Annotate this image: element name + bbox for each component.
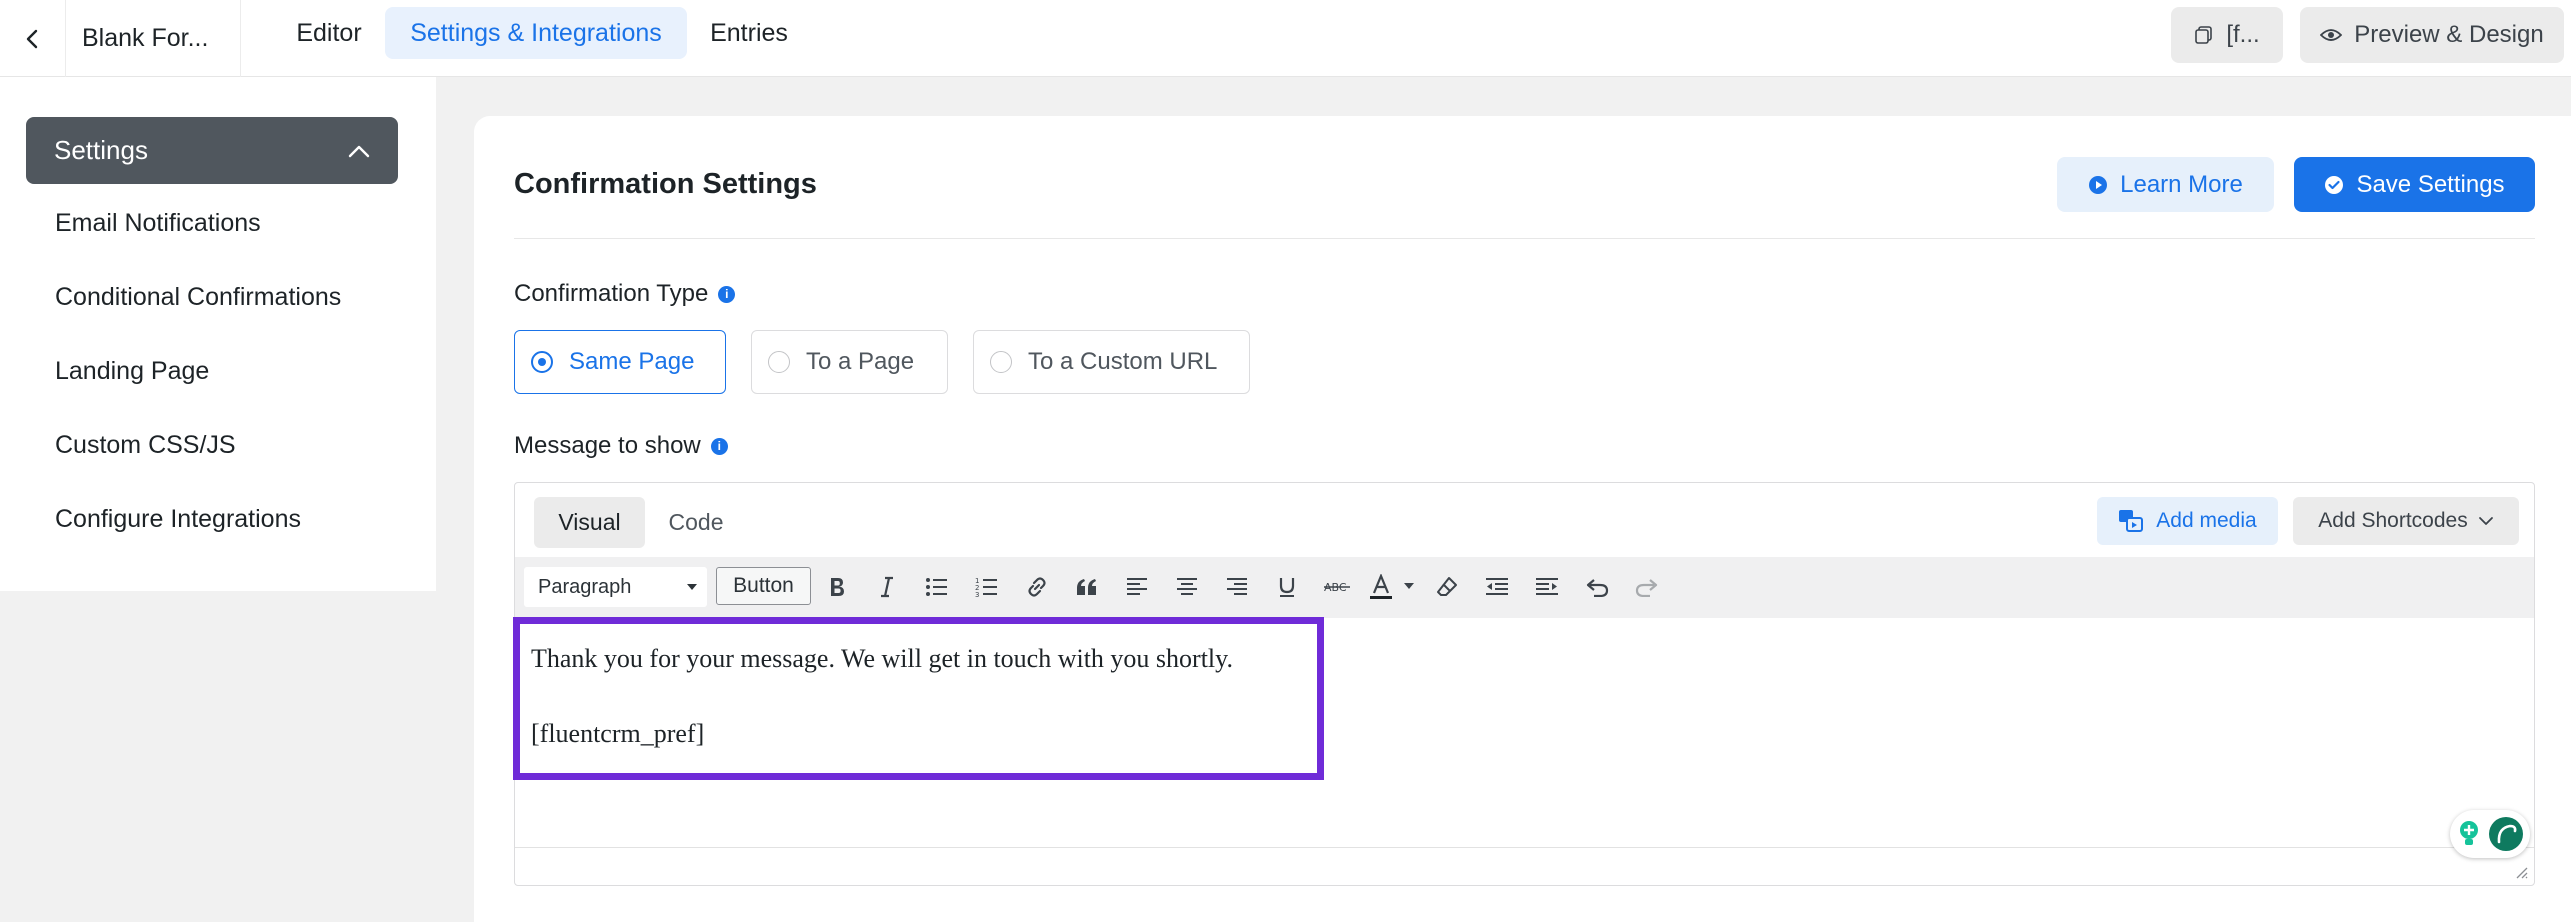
radio-selected-icon (531, 351, 553, 373)
align-right-icon[interactable] (1219, 569, 1255, 605)
info-icon[interactable]: i (718, 285, 736, 303)
save-settings-button[interactable]: Save Settings (2294, 157, 2535, 212)
align-center-icon[interactable] (1169, 569, 1205, 605)
sidebar-section-label: Settings (54, 135, 148, 165)
text-color-icon[interactable] (1369, 569, 1417, 605)
chevron-left-icon (26, 29, 37, 48)
insert-button-button[interactable]: Button (716, 567, 811, 605)
radio-same-page[interactable]: Same Page (514, 330, 726, 394)
radio-custom-url[interactable]: To a Custom URL (973, 330, 1250, 394)
shortcode-copy-button[interactable]: [f... (2171, 7, 2283, 63)
tab-entries[interactable]: Entries (694, 7, 804, 59)
form-title[interactable]: Blank For... (66, 0, 241, 77)
add-media-label: Add media (2156, 509, 2257, 532)
sidebar-item-conditional-confirmations[interactable]: Conditional Confirmations (55, 283, 341, 312)
confirmation-type-label: Confirmation Type i (514, 280, 736, 308)
caret-down-icon (687, 584, 697, 590)
add-media-button[interactable]: Add media (2097, 497, 2278, 545)
sidebar-section-settings[interactable]: Settings (26, 117, 398, 184)
top-bar: Blank For... Editor Settings & Integrati… (0, 0, 2571, 77)
editor-toolbar: Paragraph Button 123 ABC (515, 557, 2534, 618)
redo-icon[interactable] (1629, 569, 1665, 605)
eye-icon (2320, 29, 2343, 41)
bold-icon[interactable] (819, 569, 855, 605)
learn-more-button[interactable]: Learn More (2057, 157, 2274, 212)
header-divider (514, 238, 2535, 239)
grammarly-icon (2489, 817, 2523, 851)
link-icon[interactable] (1019, 569, 1055, 605)
message-label: Message to show i (514, 432, 728, 460)
resize-handle-icon[interactable] (2514, 865, 2528, 879)
format-select[interactable]: Paragraph (524, 567, 707, 607)
save-settings-label: Save Settings (2356, 170, 2505, 198)
sidebar-item-custom-css-js[interactable]: Custom CSS/JS (55, 431, 236, 460)
italic-icon[interactable] (869, 569, 905, 605)
message-label-text: Message to show (514, 432, 701, 459)
numbered-list-icon[interactable]: 123 (969, 569, 1005, 605)
indent-icon[interactable] (1529, 569, 1565, 605)
back-button[interactable] (0, 0, 66, 77)
copy-icon (2195, 26, 2213, 44)
underline-icon[interactable] (1269, 569, 1305, 605)
clear-format-icon[interactable] (1429, 569, 1465, 605)
bullet-list-icon[interactable] (919, 569, 955, 605)
radio-to-a-page[interactable]: To a Page (751, 330, 948, 394)
align-left-icon[interactable] (1119, 569, 1155, 605)
tab-code[interactable]: Code (651, 497, 741, 548)
play-circle-icon (2089, 175, 2108, 194)
confirmation-settings-card: Confirmation Settings Learn More Save Se… (474, 116, 2571, 922)
format-select-value: Paragraph (538, 575, 632, 598)
grammarly-widget[interactable] (2450, 810, 2530, 858)
radio-to-a-page-label: To a Page (806, 348, 915, 375)
undo-icon[interactable] (1579, 569, 1615, 605)
learn-more-label: Learn More (2120, 170, 2243, 198)
preview-design-button[interactable]: Preview & Design (2300, 7, 2564, 63)
strikethrough-icon[interactable]: ABC (1319, 569, 1355, 605)
add-shortcodes-label: Add Shortcodes (2318, 509, 2468, 532)
tab-settings-integrations[interactable]: Settings & Integrations (385, 7, 687, 59)
shortcode-label: [f... (2226, 21, 2260, 48)
confirmation-type-text: Confirmation Type (514, 280, 709, 307)
page-title: Confirmation Settings (514, 168, 817, 200)
svg-text:3: 3 (975, 591, 979, 598)
lightbulb-icon (2460, 821, 2478, 845)
blockquote-icon[interactable] (1069, 569, 1105, 605)
info-icon[interactable]: i (710, 437, 728, 455)
radio-unselected-icon (990, 351, 1012, 373)
add-shortcodes-dropdown[interactable]: Add Shortcodes (2293, 497, 2519, 545)
outdent-icon[interactable] (1479, 569, 1515, 605)
editor-status-bar (515, 847, 2534, 848)
highlight-annotation (513, 617, 1324, 780)
media-icon (2119, 510, 2144, 532)
tab-editor[interactable]: Editor (274, 7, 384, 59)
radio-same-page-label: Same Page (569, 348, 695, 375)
preview-label: Preview & Design (2354, 21, 2544, 48)
radio-custom-url-label: To a Custom URL (1028, 348, 1218, 375)
settings-sidebar: Settings Email Notifications Conditional… (0, 77, 436, 591)
tab-visual[interactable]: Visual (534, 497, 645, 548)
sidebar-item-landing-page[interactable]: Landing Page (55, 357, 209, 386)
chevron-down-icon (2478, 517, 2493, 525)
sidebar-item-email-notifications[interactable]: Email Notifications (55, 209, 261, 238)
radio-unselected-icon (768, 351, 790, 373)
sidebar-item-configure-integrations[interactable]: Configure Integrations (55, 505, 301, 534)
chevron-up-icon (348, 145, 370, 157)
check-circle-icon (2325, 175, 2344, 194)
